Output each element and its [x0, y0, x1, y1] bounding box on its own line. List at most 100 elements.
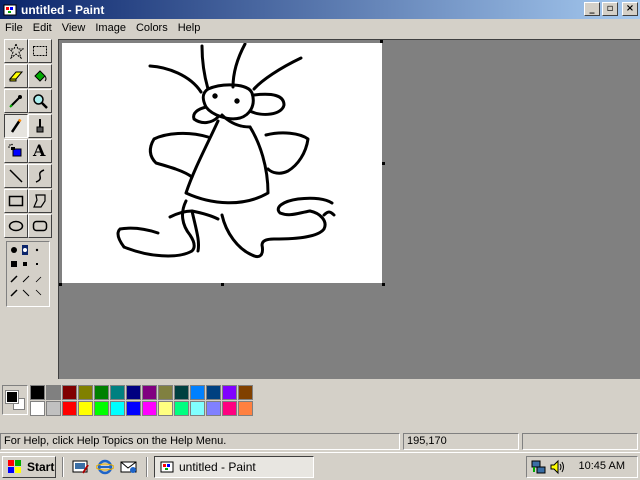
- color-swatch[interactable]: [206, 401, 221, 416]
- show-desktop-icon[interactable]: [72, 459, 90, 475]
- pencil-icon: [10, 118, 22, 133]
- paint-app-icon: [160, 461, 174, 473]
- taskbar-paint-button[interactable]: untitled - Paint: [154, 456, 314, 478]
- color-swatch[interactable]: [94, 385, 109, 400]
- color-swatch[interactable]: [190, 401, 205, 416]
- status-help-text: For Help, click Help Topics on the Help …: [0, 433, 400, 450]
- tool-curve[interactable]: [28, 164, 52, 188]
- tool-ellipse[interactable]: [4, 214, 28, 238]
- tool-fill[interactable]: [28, 64, 52, 88]
- eraser-icon: [8, 71, 24, 82]
- color-swatch[interactable]: [174, 385, 189, 400]
- bucket-icon: [34, 70, 47, 82]
- tool-eraser[interactable]: [4, 64, 28, 88]
- ellipse-icon: [8, 220, 24, 232]
- rect-select-icon: [33, 46, 47, 56]
- resize-handle[interactable]: [221, 283, 224, 286]
- color-swatch[interactable]: [46, 385, 61, 400]
- tool-pick-color[interactable]: [4, 89, 28, 113]
- resize-handle[interactable]: [382, 162, 385, 165]
- tool-rounded-rectangle[interactable]: [28, 214, 52, 238]
- drawing-canvas[interactable]: [59, 40, 385, 286]
- current-colors[interactable]: [2, 385, 28, 415]
- status-bar: For Help, click Help Topics on the Help …: [0, 432, 640, 451]
- color-swatch[interactable]: [174, 401, 189, 416]
- tool-box: A: [2, 39, 56, 379]
- tool-brush[interactable]: [28, 114, 52, 138]
- eyedropper-icon: [9, 95, 22, 108]
- color-swatch[interactable]: [126, 385, 141, 400]
- magnifier-icon: [33, 94, 48, 109]
- color-swatch[interactable]: [158, 385, 173, 400]
- color-swatch[interactable]: [222, 401, 237, 416]
- tool-polygon[interactable]: [28, 189, 52, 213]
- outlook-express-icon[interactable]: [120, 459, 138, 475]
- menu-view[interactable]: View: [57, 22, 91, 34]
- tool-free-form-select[interactable]: [4, 39, 28, 63]
- system-tray: 10:45 AM: [526, 456, 638, 478]
- star-select-icon: [8, 43, 24, 59]
- color-swatch[interactable]: [62, 385, 77, 400]
- color-swatch[interactable]: [30, 401, 45, 416]
- menu-help[interactable]: Help: [173, 22, 206, 34]
- tool-options-box: [6, 241, 50, 307]
- windows-logo-icon: [8, 460, 21, 473]
- canvas-work-area[interactable]: [58, 39, 640, 379]
- color-swatch[interactable]: [46, 401, 61, 416]
- color-swatch[interactable]: [110, 401, 125, 416]
- title-bar: untitled - Paint _ ▫ ×: [0, 0, 640, 19]
- internet-explorer-icon[interactable]: [96, 459, 114, 475]
- color-box: [0, 382, 640, 428]
- maximize-button[interactable]: ▫: [602, 2, 618, 16]
- brush-icon: [36, 119, 44, 133]
- color-swatch[interactable]: [190, 385, 205, 400]
- color-swatch[interactable]: [126, 401, 141, 416]
- color-swatch[interactable]: [142, 385, 157, 400]
- taskbar: Start untitled - Paint 10:45 AM: [0, 452, 640, 480]
- color-swatch[interactable]: [110, 385, 125, 400]
- tool-text[interactable]: A: [28, 139, 52, 163]
- tool-airbrush[interactable]: [4, 139, 28, 163]
- color-swatch[interactable]: [78, 385, 93, 400]
- tool-line[interactable]: [4, 164, 28, 188]
- color-swatch[interactable]: [222, 385, 237, 400]
- color-swatch[interactable]: [62, 401, 77, 416]
- line-icon: [9, 169, 23, 183]
- menu-edit[interactable]: Edit: [28, 22, 57, 34]
- curve-icon: [35, 169, 45, 183]
- stick-figure-drawing: [116, 42, 336, 259]
- start-label: Start: [27, 460, 55, 474]
- resize-handle[interactable]: [380, 40, 383, 43]
- paint-app-icon: [3, 4, 17, 15]
- menu-file[interactable]: File: [0, 22, 28, 34]
- status-size: [522, 433, 638, 450]
- tool-select[interactable]: [28, 39, 52, 63]
- minimize-button[interactable]: _: [584, 2, 600, 16]
- color-swatch[interactable]: [206, 385, 221, 400]
- color-swatch[interactable]: [94, 401, 109, 416]
- color-swatch[interactable]: [78, 401, 93, 416]
- window-title: untitled - Paint: [21, 2, 105, 17]
- color-swatch[interactable]: [238, 401, 253, 416]
- network-icon[interactable]: [531, 459, 547, 475]
- tool-rectangle[interactable]: [4, 189, 28, 213]
- taskbar-paint-label: untitled - Paint: [179, 460, 256, 474]
- resize-handle[interactable]: [59, 283, 62, 286]
- color-swatch[interactable]: [142, 401, 157, 416]
- brush-size-options[interactable]: [7, 242, 51, 308]
- rounded-rect-icon: [32, 220, 48, 232]
- volume-icon[interactable]: [549, 459, 565, 475]
- color-swatch[interactable]: [30, 385, 45, 400]
- tool-pencil[interactable]: [4, 114, 28, 138]
- resize-handle[interactable]: [382, 283, 385, 286]
- close-button[interactable]: ×: [622, 2, 638, 16]
- foreground-color: [5, 390, 19, 404]
- clock[interactable]: 10:45 AM: [579, 460, 625, 472]
- start-button[interactable]: Start: [2, 456, 56, 478]
- color-swatch[interactable]: [238, 385, 253, 400]
- menu-colors[interactable]: Colors: [131, 22, 173, 34]
- color-swatch[interactable]: [158, 401, 173, 416]
- airbrush-icon: [8, 143, 22, 157]
- tool-magnifier[interactable]: [28, 89, 52, 113]
- menu-image[interactable]: Image: [90, 22, 131, 34]
